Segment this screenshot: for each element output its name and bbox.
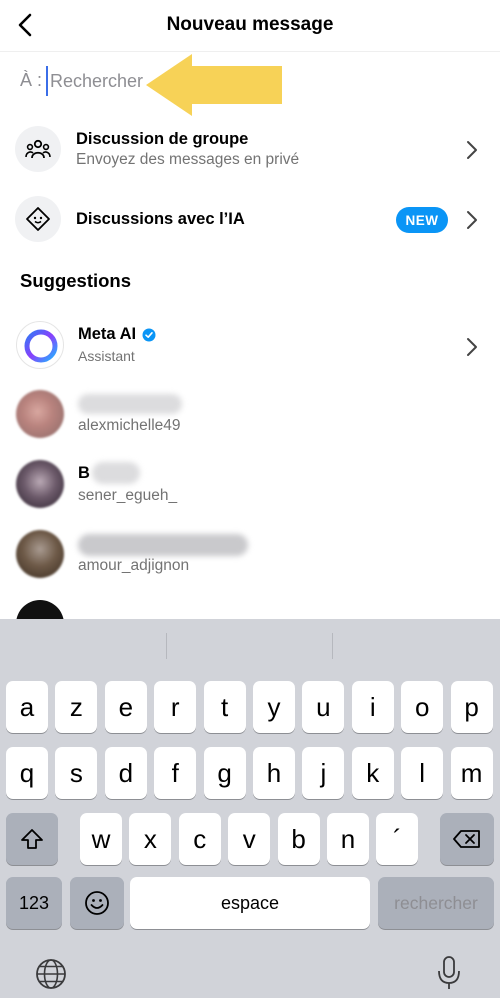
key-j[interactable]: j — [302, 747, 345, 799]
key-n[interactable]: n — [327, 813, 369, 865]
suggestion-row[interactable]: alexmichelle49 — [0, 384, 500, 448]
new-badge: NEW — [396, 207, 448, 233]
user-avatar — [16, 390, 64, 438]
emoji-icon — [85, 891, 109, 915]
verified-badge-icon — [142, 328, 156, 342]
key-y[interactable]: y — [253, 681, 295, 733]
suggestion-row[interactable]: B sener_egueh_ — [0, 454, 500, 518]
key-l[interactable]: l — [401, 747, 444, 799]
key-f[interactable]: f — [154, 747, 197, 799]
keyboard: a z e r t y u i o p q s d f g h j k l m w x c v b n ´ 123 espace r… — [0, 619, 500, 998]
yellow-arrow-icon — [146, 54, 282, 116]
key-u[interactable]: u — [302, 681, 345, 733]
key-i[interactable]: i — [351, 681, 394, 733]
suggestion-name: Meta AI — [78, 325, 137, 343]
key-d[interactable]: d — [104, 747, 147, 799]
key-a[interactable]: a — [6, 681, 48, 733]
meta-ai-avatar — [16, 321, 64, 369]
group-discussion-subtitle: Envoyez des messages en privé — [76, 151, 300, 168]
ai-icon — [15, 196, 61, 242]
suggestion-handle: sener_egueh_ — [78, 487, 178, 504]
key-o[interactable]: o — [401, 681, 444, 733]
key-p[interactable]: p — [450, 681, 493, 733]
key-w[interactable]: w — [80, 813, 122, 865]
suggestion-name: B — [78, 464, 90, 482]
key-b[interactable]: b — [277, 813, 320, 865]
suggestion-handle: amour_adjignon — [78, 557, 190, 574]
numbers-key[interactable]: 123 — [6, 877, 62, 929]
suggestion-meta-ai[interactable]: Meta AI Assistant — [0, 315, 500, 379]
globe-icon[interactable] — [34, 957, 68, 991]
suggestion-divider — [332, 633, 333, 659]
chevron-right-icon — [467, 211, 477, 229]
user-avatar — [16, 600, 64, 619]
chevron-right-icon — [467, 338, 477, 356]
key-g[interactable]: g — [203, 747, 246, 799]
header-bar: Nouveau message — [0, 0, 500, 52]
key-x[interactable]: x — [129, 813, 172, 865]
key-z[interactable]: z — [55, 681, 98, 733]
key-m[interactable]: m — [450, 747, 493, 799]
blurred-name — [78, 394, 182, 414]
ai-discussions-title: Discussions avec l’IA — [76, 210, 245, 228]
key-v[interactable]: v — [228, 813, 271, 865]
user-avatar — [16, 460, 64, 508]
key-c[interactable]: c — [178, 813, 221, 865]
blurred-name — [78, 534, 248, 556]
predictive-text-bar — [0, 619, 500, 671]
ai-discussions-row[interactable]: Discussions avec l’IA NEW — [0, 188, 500, 250]
emoji-key[interactable] — [70, 877, 124, 929]
delete-key[interactable] — [440, 813, 494, 865]
suggestion-divider — [166, 633, 167, 659]
key-e[interactable]: e — [104, 681, 147, 733]
key-q[interactable]: q — [6, 747, 48, 799]
group-discussion-row[interactable]: Discussion de groupe Envoyez des message… — [0, 118, 500, 180]
suggestion-row-partial[interactable] — [0, 594, 500, 619]
space-key[interactable]: espace — [130, 877, 370, 929]
key-accent[interactable]: ´ — [376, 813, 419, 865]
suggestion-row[interactable]: amour_adjignon — [0, 524, 500, 588]
to-label: À : — [20, 70, 43, 90]
key-h[interactable]: h — [253, 747, 295, 799]
key-s[interactable]: s — [55, 747, 98, 799]
microphone-icon[interactable] — [436, 955, 462, 991]
blurred-name — [92, 462, 140, 484]
key-t[interactable]: t — [203, 681, 246, 733]
group-icon — [15, 126, 61, 172]
backspace-icon — [453, 830, 480, 848]
chevron-right-icon — [467, 141, 477, 159]
group-discussion-title: Discussion de groupe — [76, 130, 249, 148]
page-title: Nouveau message — [166, 14, 334, 35]
suggestion-handle: Assistant — [78, 348, 135, 364]
shift-key[interactable] — [6, 813, 58, 865]
suggestions-heading: Suggestions — [20, 270, 132, 291]
search-key[interactable]: rechercher — [378, 877, 494, 929]
key-k[interactable]: k — [351, 747, 394, 799]
shift-icon — [21, 829, 43, 849]
suggestion-handle: alexmichelle49 — [78, 417, 181, 434]
user-avatar — [16, 530, 64, 578]
key-r[interactable]: r — [154, 681, 197, 733]
